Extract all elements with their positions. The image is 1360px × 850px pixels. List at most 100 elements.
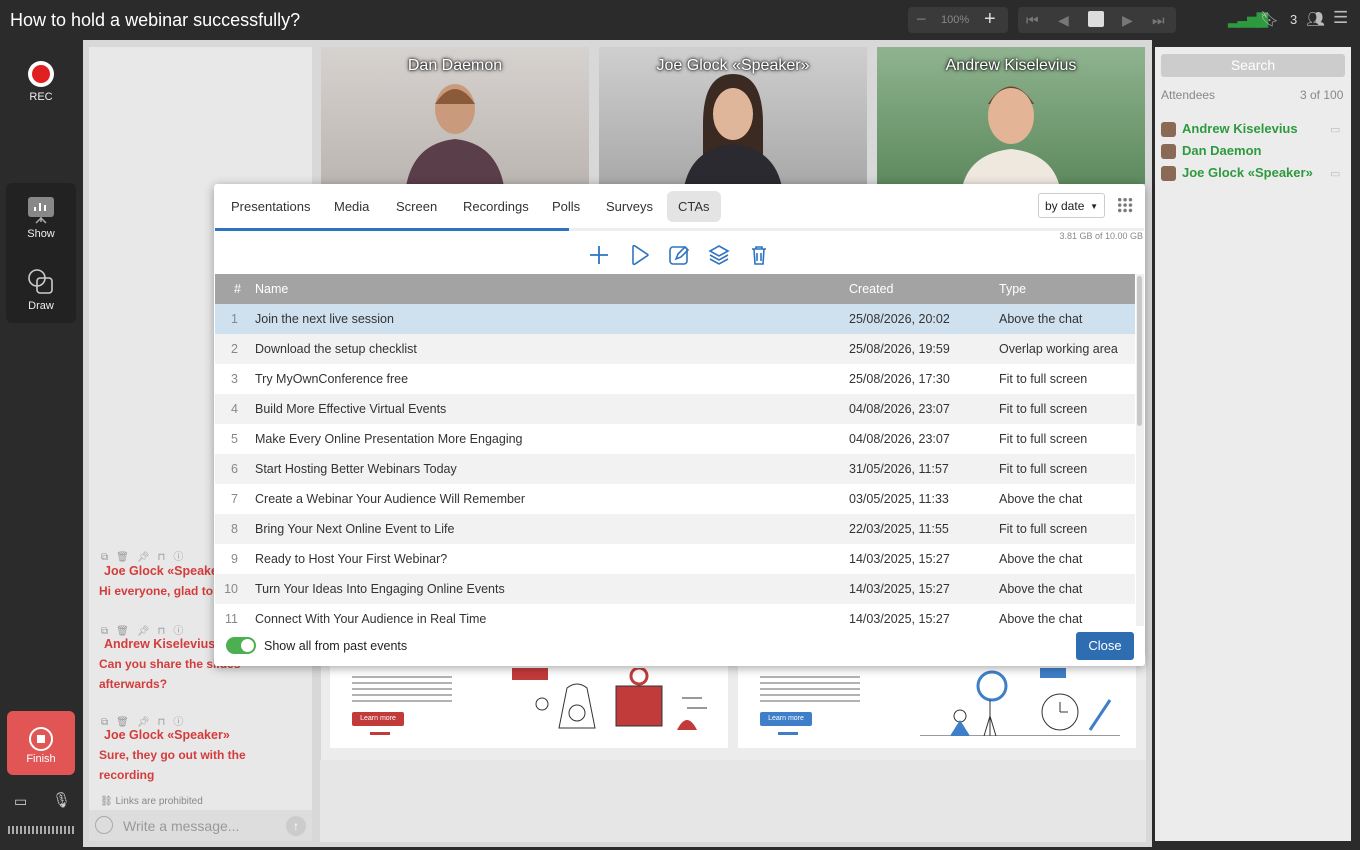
table-row[interactable]: 3 Try MyOwnConference free 25/08/2026, 17:…: [215, 364, 1135, 394]
delete-icon[interactable]: [748, 244, 770, 266]
tab-polls[interactable]: Polls: [541, 191, 591, 222]
row-num: 5: [231, 432, 238, 446]
row-type: Above the chat: [999, 612, 1083, 626]
link-icon: ⛓︎: [100, 796, 113, 807]
attendee-item[interactable]: Joe Glock «Speaker»: [1161, 165, 1313, 182]
finish-label: Finish: [26, 753, 56, 765]
tab-media[interactable]: Media: [323, 191, 380, 222]
tab-indicator: [215, 228, 569, 231]
column-created[interactable]: Created: [849, 282, 893, 296]
slide-thumbnail[interactable]: Learn more: [738, 660, 1136, 748]
tab-presentations[interactable]: Presentations: [220, 191, 322, 222]
show-button[interactable]: Show: [7, 195, 75, 240]
play-icon[interactable]: [628, 244, 650, 266]
table-row[interactable]: 9 Ready to Host Your First Webinar? 14/03/…: [215, 544, 1135, 574]
avatar: [1161, 144, 1176, 160]
finish-button[interactable]: Finish: [7, 711, 75, 775]
table-row[interactable]: 8 Bring Your Next Online Event to Life 22/…: [215, 514, 1135, 544]
row-created: 04/08/2026, 23:07: [849, 402, 950, 416]
row-num: 9: [231, 552, 238, 566]
zoom-control: − 100% +: [908, 7, 1008, 33]
grid-view-icon[interactable]: [1117, 197, 1133, 213]
row-name: Turn Your Ideas Into Engaging Online Eve…: [255, 582, 505, 596]
shapes-icon: [28, 269, 53, 294]
row-name: Build More Effective Virtual Events: [255, 402, 447, 416]
send-icon[interactable]: ↑: [286, 816, 306, 836]
row-num: 11: [225, 612, 238, 626]
camera-icon[interactable]: ▭: [14, 793, 27, 810]
add-icon[interactable]: [588, 244, 610, 266]
row-type: Fit to full screen: [999, 372, 1088, 386]
content-library-dialog: Presentations Media Screen Recordings Po…: [214, 184, 1145, 666]
storage-usage: 3.81 GB of 10.00 GB: [1059, 231, 1143, 241]
row-type: Fit to full screen: [999, 522, 1088, 536]
row-type: Above the chat: [999, 552, 1083, 566]
message-actions[interactable]: ⧉🗑︎📌︎⊓ⓘ: [101, 713, 191, 728]
column-name[interactable]: Name: [255, 282, 288, 296]
sort-select[interactable]: by date ▼: [1038, 193, 1105, 218]
tab-screen[interactable]: Screen: [385, 191, 448, 222]
monitor-icon: ▭: [1330, 124, 1341, 136]
next-slide-icon[interactable]: ▶: [1122, 12, 1133, 29]
slide-thumbnail[interactable]: Learn more: [330, 660, 728, 748]
rec-button[interactable]: REC: [7, 61, 75, 103]
table-row[interactable]: 2 Download the setup checklist 25/08/2026,…: [215, 334, 1135, 364]
table-row[interactable]: 5 Make Every Online Presentation More Eng…: [215, 424, 1135, 454]
attendee-item[interactable]: Andrew Kiselevius: [1161, 121, 1298, 138]
close-button[interactable]: Close: [1076, 632, 1134, 660]
slide-pager: [778, 732, 798, 735]
participant-name: Dan Daemon: [407, 57, 503, 74]
past-events-label: Show all from past events: [264, 639, 408, 653]
message-actions[interactable]: ⧉🗑︎📌︎⊓ⓘ: [101, 548, 191, 563]
row-name: Try MyOwnConference free: [255, 372, 409, 386]
first-slide-icon[interactable]: ⏮: [1026, 12, 1039, 29]
chat-input[interactable]: Write a message... ↑: [89, 810, 312, 841]
zoom-out-button[interactable]: −: [916, 9, 927, 30]
menu-icon[interactable]: ☰: [1333, 8, 1348, 28]
row-created: 03/05/2025, 11:33: [849, 492, 949, 506]
past-events-toggle[interactable]: [226, 637, 256, 654]
links-note: ⛓︎ Links are prohibited: [100, 796, 203, 807]
row-num: 1: [231, 312, 238, 326]
row-type: Fit to full screen: [999, 432, 1088, 446]
tab-surveys[interactable]: Surveys: [595, 191, 664, 222]
top-bar: How to hold a webinar successfully? − 10…: [0, 0, 1360, 40]
list-scrollbar[interactable]: [1136, 274, 1144, 626]
row-type: Fit to full screen: [999, 402, 1088, 416]
draw-button[interactable]: Draw: [7, 267, 75, 312]
scrollbar-thumb[interactable]: [1137, 276, 1142, 426]
layers-icon[interactable]: [708, 244, 730, 266]
table-row[interactable]: 7 Create a Webinar Your Audience Will Rem…: [215, 484, 1135, 514]
column-type[interactable]: Type: [999, 282, 1026, 296]
table-row[interactable]: 11 Connect With Your Audience in Real Tim…: [215, 604, 1135, 626]
learn-more-button: Learn more: [760, 712, 812, 726]
presentation-icon: [28, 197, 54, 224]
prev-slide-icon[interactable]: ◀: [1058, 12, 1069, 29]
slide-illustration: [920, 668, 1120, 736]
last-slide-icon[interactable]: ⏭: [1152, 12, 1165, 29]
attendee-item[interactable]: Dan Daemon: [1161, 143, 1261, 160]
bookmark-icon[interactable]: 🔖︎: [1260, 10, 1279, 28]
tab-ctas[interactable]: CTAs: [667, 191, 721, 222]
attendee-count: 3: [1290, 12, 1298, 27]
row-created: 14/03/2025, 15:27: [849, 612, 950, 626]
table-row[interactable]: 6 Start Hosting Better Webinars Today 31/0…: [215, 454, 1135, 484]
row-name: Make Every Online Presentation More Enga…: [255, 432, 523, 446]
tab-recordings[interactable]: Recordings: [452, 191, 540, 222]
table-row[interactable]: 1 Join the next live session 25/08/2026, 2…: [215, 304, 1135, 334]
microphone-icon[interactable]: 🎙︎: [52, 791, 71, 809]
stop-icon[interactable]: [1088, 11, 1104, 27]
participant-video: [406, 84, 504, 184]
emoji-icon[interactable]: [95, 816, 113, 834]
table-row[interactable]: 10 Turn Your Ideas Into Engaging Online E…: [215, 574, 1135, 604]
zoom-in-button[interactable]: +: [984, 8, 996, 31]
row-created: 25/08/2026, 17:30: [849, 372, 950, 386]
rec-label: REC: [29, 91, 53, 103]
row-type: Overlap working area: [999, 342, 1118, 356]
message-actions[interactable]: ⧉🗑︎📌︎⊓ⓘ: [101, 622, 191, 637]
table-row[interactable]: 4 Build More Effective Virtual Events 04/0…: [215, 394, 1135, 424]
column-num: #: [234, 282, 241, 296]
users-icon[interactable]: 👥︎: [1306, 10, 1325, 28]
edit-icon[interactable]: [668, 244, 690, 266]
attendee-search-input[interactable]: Search: [1161, 54, 1345, 77]
